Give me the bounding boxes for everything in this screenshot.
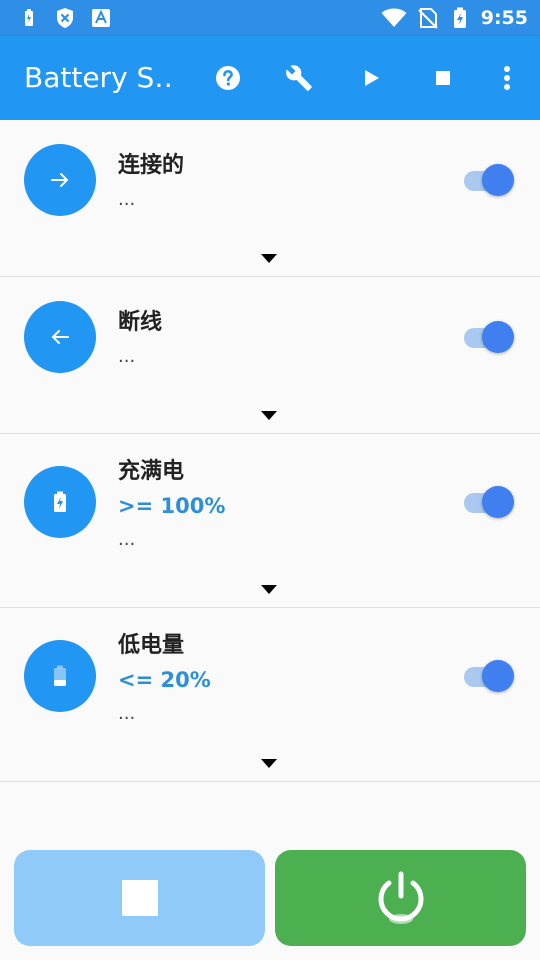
help-icon xyxy=(216,66,240,90)
status-time: 9:55 xyxy=(480,7,528,29)
card-title: 充满电 xyxy=(118,459,185,484)
card-details: ... xyxy=(118,703,136,724)
stop-service-button[interactable] xyxy=(14,850,265,946)
chevron-down-icon xyxy=(261,410,277,420)
event-icon-circle xyxy=(24,301,96,373)
list-item[interactable]: 充满电 >= 100% ... xyxy=(0,434,540,608)
threshold-label: <= 20% xyxy=(118,668,211,692)
event-icon-circle xyxy=(24,144,96,216)
list-item[interactable]: 低电量 <= 20% ... xyxy=(0,608,540,782)
list-item[interactable]: 连接的 ... xyxy=(0,120,540,277)
battery-charging-icon xyxy=(449,7,471,29)
power-icon xyxy=(378,871,423,924)
expand-button[interactable] xyxy=(258,756,280,770)
arrow-right-icon xyxy=(51,173,69,187)
list-item[interactable]: 断线 ... xyxy=(0,277,540,434)
enable-toggle[interactable] xyxy=(462,163,514,197)
app-title: Battery S… xyxy=(24,61,174,94)
settings-button[interactable] xyxy=(277,56,321,100)
card-details: ... xyxy=(118,346,136,367)
play-icon xyxy=(365,70,379,86)
battery-low-icon xyxy=(54,665,66,686)
enable-toggle[interactable] xyxy=(462,485,514,519)
expand-button[interactable] xyxy=(258,251,280,265)
app-bar: Battery S… xyxy=(0,36,540,120)
card-details: ... xyxy=(118,529,136,550)
chevron-down-icon xyxy=(261,584,277,594)
card-title: 断线 xyxy=(118,310,163,335)
threshold-label: >= 100% xyxy=(118,494,226,518)
wrench-icon xyxy=(286,65,312,91)
chevron-down-icon xyxy=(261,253,277,263)
arrow-left-icon xyxy=(51,330,69,344)
card-title: 低电量 xyxy=(118,633,185,658)
enable-toggle[interactable] xyxy=(462,659,514,693)
font-a-icon xyxy=(90,7,112,29)
card-details: ... xyxy=(118,189,136,210)
shield-x-icon xyxy=(54,7,76,29)
battery-charging-icon xyxy=(54,491,66,512)
stop-icon xyxy=(436,71,450,85)
event-icon-circle xyxy=(24,640,96,712)
status-bar: 9:55 xyxy=(0,0,540,36)
more-vert-icon xyxy=(504,66,510,90)
stop-button-toolbar[interactable] xyxy=(421,56,465,100)
play-button[interactable] xyxy=(350,56,394,100)
chevron-down-icon xyxy=(261,758,277,768)
expand-button[interactable] xyxy=(258,408,280,422)
battery-small-icon xyxy=(18,7,40,29)
no-sim-icon xyxy=(417,7,439,29)
stop-square-icon xyxy=(121,880,158,916)
card-title: 连接的 xyxy=(118,153,185,178)
wifi-icon xyxy=(381,7,407,29)
help-button[interactable] xyxy=(206,56,250,100)
more-options-button[interactable] xyxy=(485,56,529,100)
enable-toggle[interactable] xyxy=(462,320,514,354)
start-service-button[interactable] xyxy=(275,850,526,946)
expand-button[interactable] xyxy=(258,582,280,596)
event-icon-circle xyxy=(24,466,96,538)
